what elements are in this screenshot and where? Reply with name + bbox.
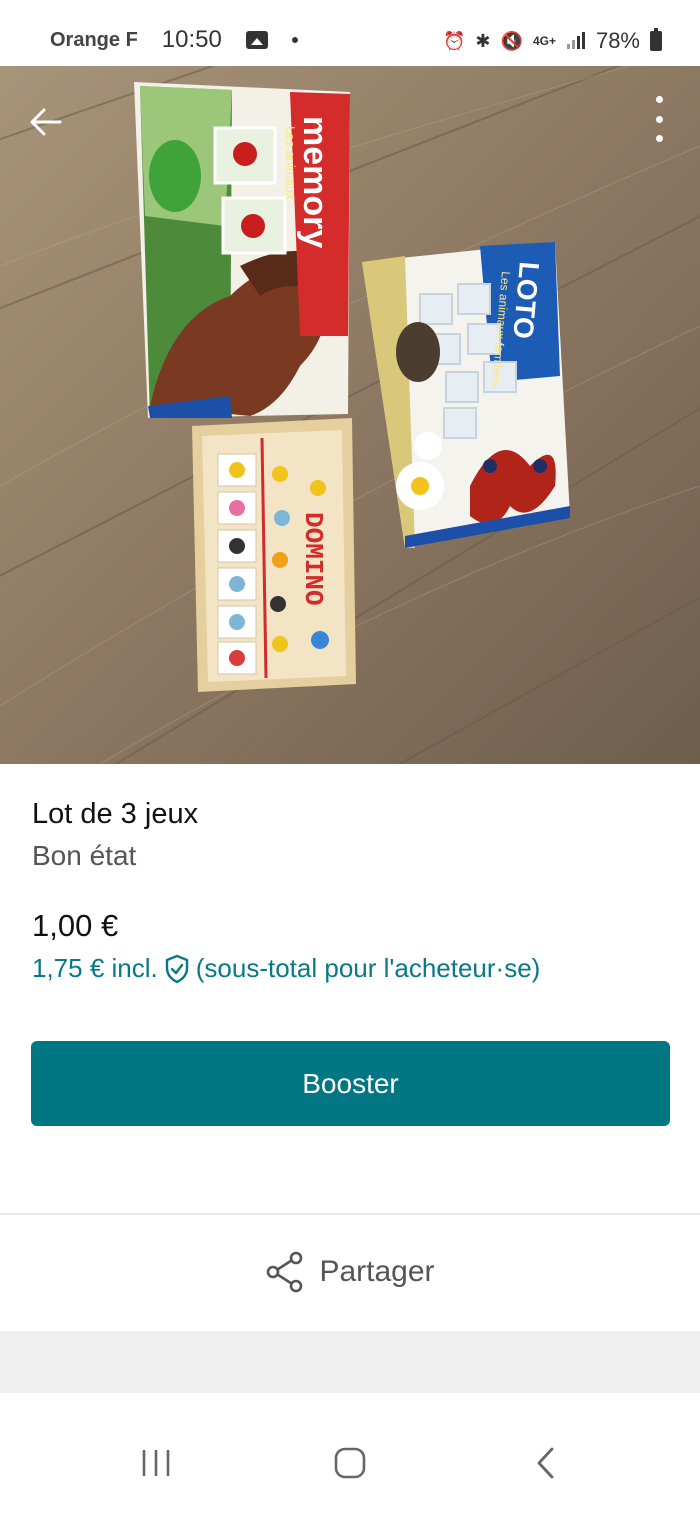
back-button[interactable] xyxy=(20,96,72,148)
divider xyxy=(0,1213,700,1215)
system-back-button[interactable] xyxy=(516,1433,576,1493)
memory-box: memory Les animaux xyxy=(134,82,350,418)
network-type: 4G+ xyxy=(532,34,556,48)
more-options-button[interactable] xyxy=(644,96,674,142)
status-bar: Orange F 10:50 ⏰ ✱ 🔇 4G+ 78% xyxy=(0,0,700,66)
chevron-left-icon xyxy=(537,1447,554,1479)
boost-button[interactable]: Booster xyxy=(31,1041,670,1126)
battery-label: 78% xyxy=(595,28,640,53)
mute-icon: 🔇 xyxy=(500,31,523,51)
home-button[interactable] xyxy=(320,1433,380,1493)
buyer-total: 1,75 € incl. xyxy=(32,953,158,983)
domino-box: DOMINO xyxy=(192,418,356,692)
system-nav-bar xyxy=(0,1393,700,1517)
recent-apps-icon xyxy=(142,1450,170,1476)
buyer-note: (sous-total pour l'acheteur·se) xyxy=(195,953,541,983)
battery-icon xyxy=(650,28,662,51)
carrier-label: Orange F xyxy=(50,28,138,51)
recent-apps-button[interactable] xyxy=(126,1433,186,1493)
home-icon xyxy=(334,1447,366,1479)
gallery-icon xyxy=(245,31,268,49)
memory-subtitle: Les animaux xyxy=(283,126,298,200)
notification-dot-icon xyxy=(291,37,298,43)
product-photo-illustration: memory Les animaux LOTO Les animaux fami… xyxy=(0,66,700,764)
arrow-left-icon xyxy=(30,108,62,136)
more-vertical-icon xyxy=(655,96,663,103)
item-title: Lot de 3 jeux xyxy=(32,798,199,830)
section-separator xyxy=(0,1331,700,1393)
share-button[interactable]: Partager xyxy=(0,1230,700,1314)
share-icon xyxy=(267,1251,303,1293)
item-condition: Bon état xyxy=(32,840,137,871)
memory-title: memory xyxy=(296,116,334,248)
shield-check-icon xyxy=(165,954,188,983)
item-price: 1,00 € xyxy=(32,908,119,943)
signal-icon xyxy=(566,31,586,52)
clock: 10:50 xyxy=(161,26,222,53)
share-label: Partager xyxy=(319,1255,435,1288)
alarm-icon: ⏰ xyxy=(443,31,466,51)
buyer-total-line[interactable]: 1,75 € incl. (sous-total pour l'acheteur… xyxy=(32,953,540,984)
domino-title: DOMINO xyxy=(298,512,328,606)
product-photo[interactable]: memory Les animaux LOTO Les animaux fami… xyxy=(0,66,700,764)
bluetooth-icon: ✱ xyxy=(475,31,491,51)
